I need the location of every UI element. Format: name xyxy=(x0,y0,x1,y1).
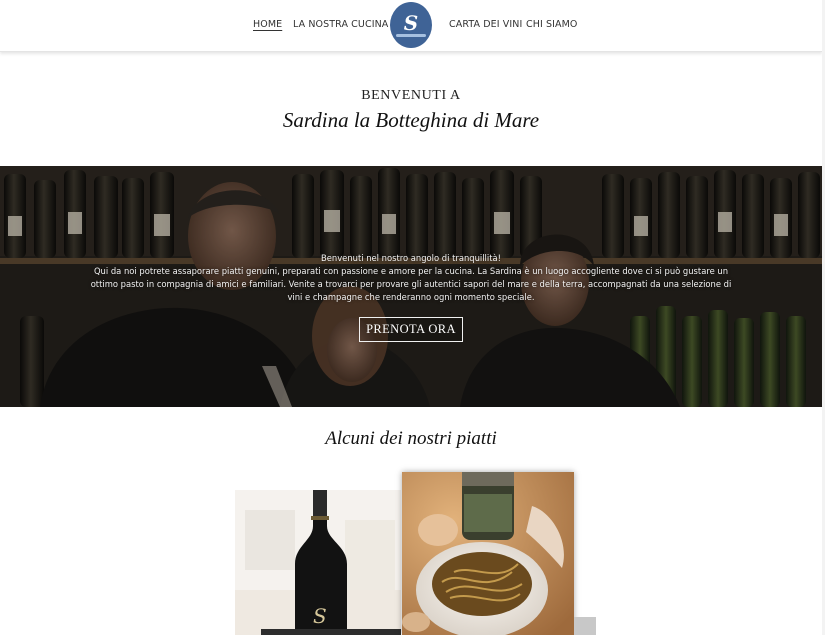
seafood-bowl-photo xyxy=(402,472,574,635)
dishes-section-title: Alcuni dei nostri piatti xyxy=(325,428,497,449)
welcome-kicker: BENVENUTI A xyxy=(361,88,461,103)
nav-cucina-link[interactable]: LA NOSTRA CUCINA xyxy=(293,19,388,30)
dish-card-seafood[interactable] xyxy=(402,472,574,635)
nav-chi-siamo-link[interactable]: CHI SIAMO xyxy=(526,19,578,30)
logo-swoosh-icon xyxy=(396,33,426,37)
venue-name: Sardina la Botteghina di Mare xyxy=(282,108,540,132)
hero-banner: Benvenuti nel nostro angolo di tranquill… xyxy=(0,166,822,407)
hero-line: Benvenuti nel nostro angolo di tranquill… xyxy=(321,253,501,263)
nav-vini-link[interactable]: CARTA DEI VINI xyxy=(449,19,522,30)
hero-line: vini e champagne che renderanno ogni mom… xyxy=(287,292,535,302)
nav-home-link[interactable]: HOME xyxy=(253,19,282,30)
logo-letter: S xyxy=(403,10,419,35)
site-logo[interactable]: S xyxy=(390,2,432,48)
hero-line: Qui da noi potrete assaporare piatti gen… xyxy=(93,266,729,276)
bottle-label-letter: S xyxy=(313,604,327,628)
dish-card-wine[interactable]: S xyxy=(235,490,401,635)
card-shadow-strip xyxy=(261,629,401,635)
hero-intro-text: Benvenuti nel nostro angolo di tranquill… xyxy=(60,252,762,304)
hero-line: ottimo pasto in compagnia di amici e fam… xyxy=(90,279,732,289)
top-navigation: HOME LA NOSTRA CUCINA S CARTA DEI VINI C… xyxy=(0,0,822,52)
carousel-next-control[interactable] xyxy=(574,617,596,635)
book-now-button[interactable]: PRENOTA ORA xyxy=(359,317,463,342)
